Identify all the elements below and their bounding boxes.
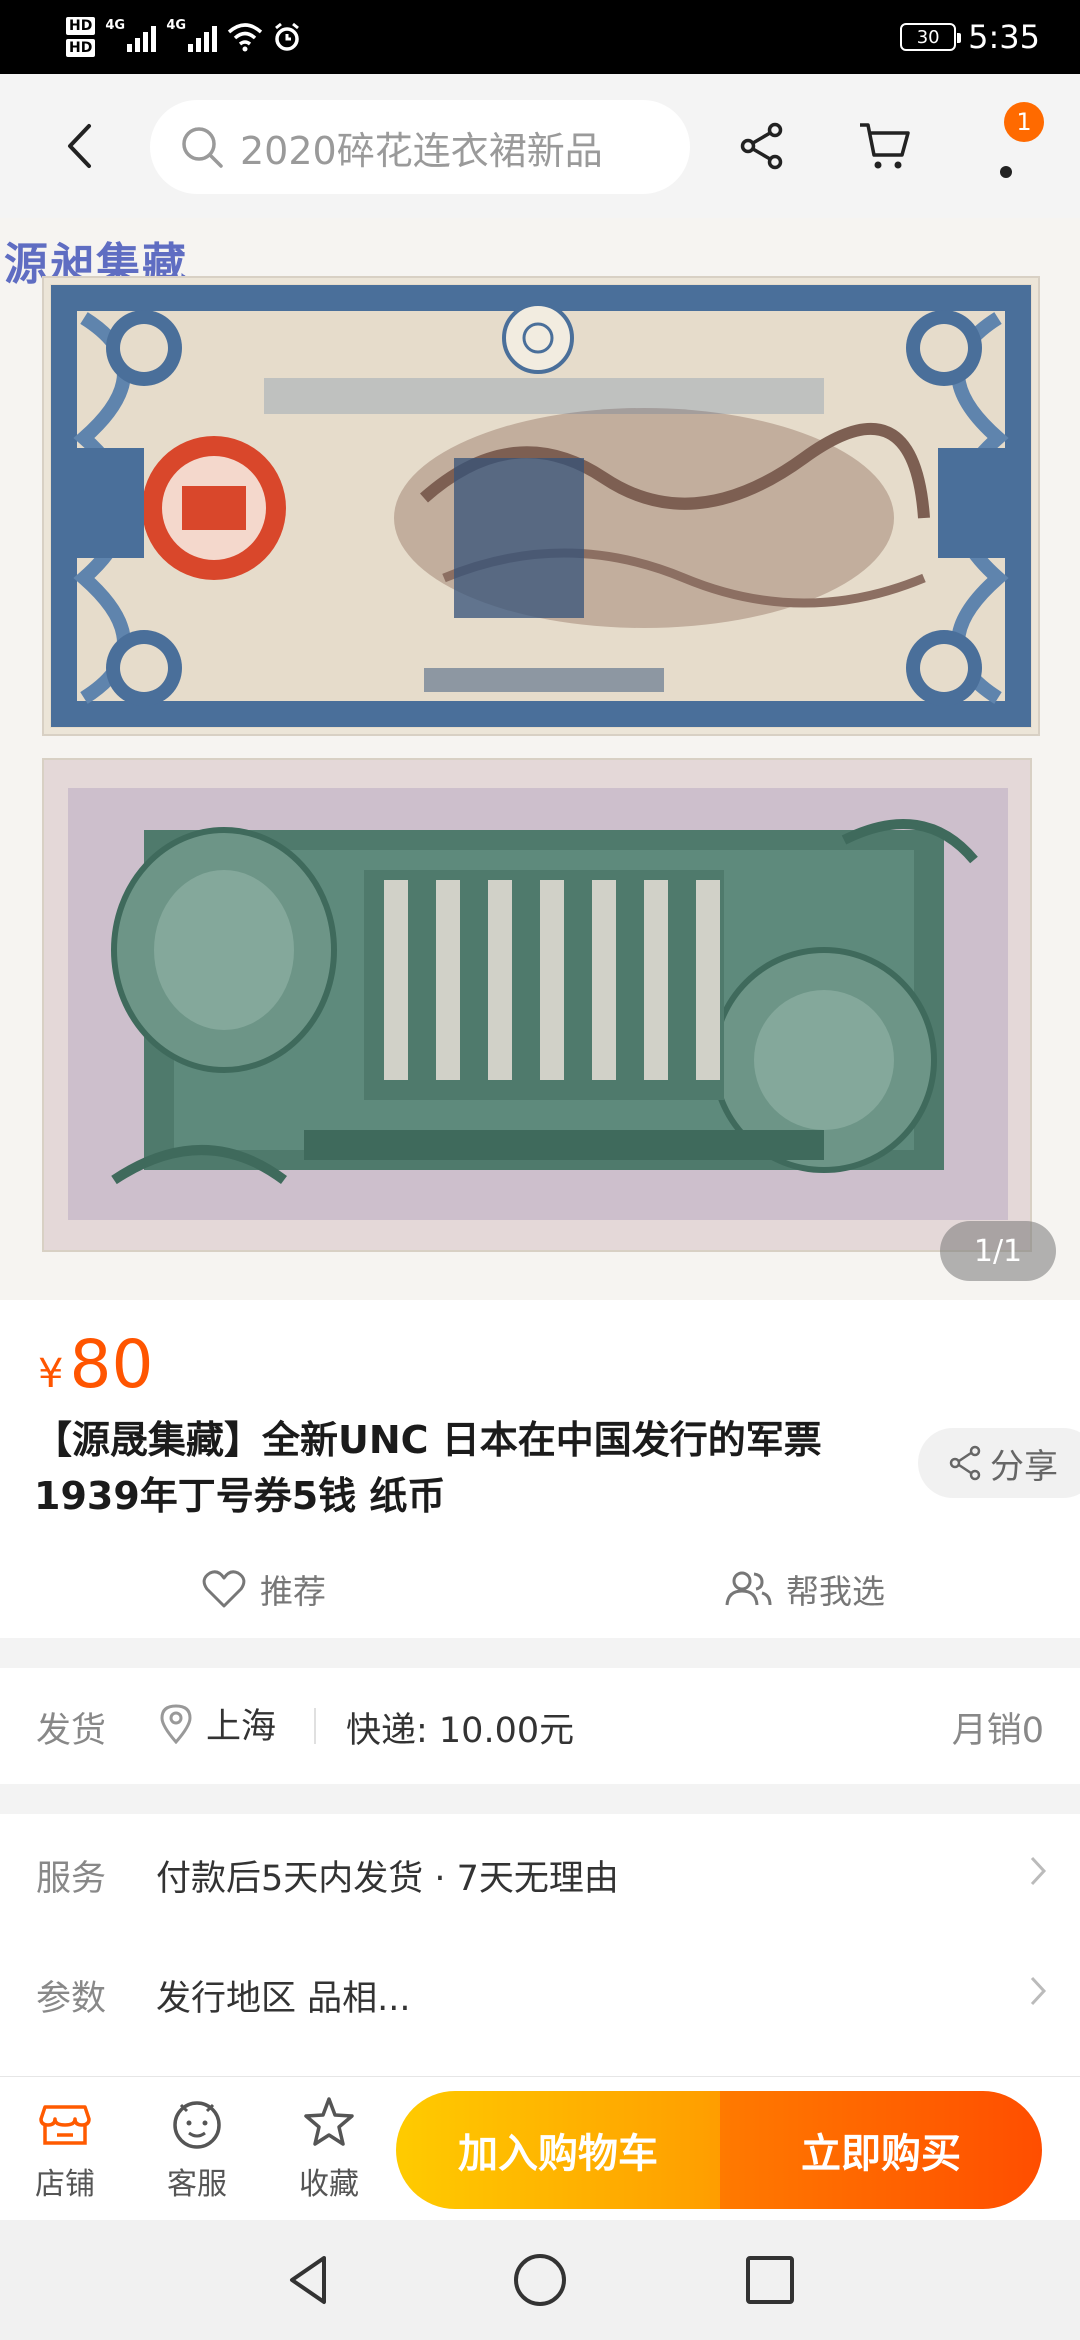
location-pin-icon <box>160 1703 192 1744</box>
add-to-cart-button[interactable]: 加入购物车 <box>396 2091 720 2209</box>
support-label: 客服 <box>167 2167 227 2202</box>
heart-icon <box>202 1570 246 1608</box>
location-value: 上海 <box>206 1707 277 1747</box>
system-navigation-bar <box>0 2220 1080 2340</box>
delivery-row: 发货 上海 快递: 10.00元 月销0 <box>0 1668 1080 1784</box>
more-button[interactable]: 1 <box>976 102 1044 186</box>
product-title: 【源晟集藏】全新UNC 日本在中国发行的军票1939年丁号券5钱 纸币 <box>34 1418 822 1518</box>
search-input[interactable]: 2020碎花连衣裙新品 <box>150 100 690 194</box>
hd2-label: HD <box>66 39 96 57</box>
share-pill-button[interactable]: 分享 <box>918 1428 1080 1498</box>
nav-home-icon[interactable] <box>508 2248 572 2312</box>
help-choose-label: 帮我选 <box>786 1572 885 1611</box>
nav-back-icon[interactable] <box>278 2248 342 2312</box>
banknote-back-image <box>42 758 1032 1252</box>
product-image[interactable]: 源昶集藏 1/1 <box>0 218 1080 1300</box>
recommend-button[interactable]: 推荐 <box>202 1554 326 1624</box>
battery-level: 30 <box>916 26 940 48</box>
status-bar: HD HD 4G 4G 30 5:35 <box>0 0 1080 74</box>
customer-service-icon <box>173 2101 221 2149</box>
network-type-label: 4G <box>105 18 126 33</box>
message-badge: 1 <box>1004 102 1044 142</box>
params-row[interactable]: 参数 发行地区 品相... <box>0 1944 1080 2044</box>
shop-icon <box>39 2105 91 2145</box>
back-button[interactable] <box>50 116 110 176</box>
params-label: 参数 <box>36 1979 107 2019</box>
service-row[interactable]: 服务 付款后5天内发货 · 7天无理由 <box>0 1824 1080 1924</box>
top-navigation: 2020碎花连衣裙新品 1 <box>0 74 1080 218</box>
nav-recents-icon[interactable] <box>738 2248 802 2312</box>
banknote-front-art <box>50 284 1032 728</box>
hd-indicator: HD HD <box>66 17 96 57</box>
alarm-icon <box>275 22 300 51</box>
monthly-sales: 月销0 <box>951 1711 1044 1751</box>
shop-label: 店铺 <box>35 2167 95 2202</box>
chevron-right-icon <box>1030 1976 1047 2006</box>
product-info: ¥ 80 【源晟集藏】全新UNC 日本在中国发行的军票1939年丁号券5钱 纸币… <box>0 1300 1080 1638</box>
signal-icon-2: 4G <box>166 18 218 52</box>
product-actions: 推荐 帮我选 <box>0 1554 1080 1624</box>
favorite-label: 收藏 <box>299 2167 359 2202</box>
chevron-right-icon <box>1030 1856 1047 1886</box>
battery-icon: 30 <box>900 23 962 51</box>
shipping-fee: 快递: 10.00元 <box>346 1711 575 1751</box>
status-indicators: HD HD 4G 4G <box>66 10 301 64</box>
banknote-front-image <box>42 276 1040 736</box>
service-value: 付款后5天内发货 · 7天无理由 <box>156 1859 619 1899</box>
ship-from-location: 上海 <box>160 1698 276 1749</box>
search-icon <box>182 127 223 168</box>
network-type-label-2: 4G <box>166 18 187 33</box>
star-icon <box>304 2097 354 2146</box>
currency-symbol: ¥ <box>38 1351 64 1397</box>
service-section: 服务 付款后5天内发货 · 7天无理由 参数 发行地区 品相... <box>0 1814 1080 2076</box>
more-icon <box>1000 166 1012 178</box>
status-right: 30 5:35 <box>900 12 1040 62</box>
buy-now-button[interactable]: 立即购买 <box>720 2091 1042 2209</box>
share-icon <box>740 122 783 170</box>
users-icon <box>725 1571 772 1606</box>
cart-button[interactable] <box>854 116 914 176</box>
price-value: 80 <box>69 1326 154 1403</box>
recommend-label: 推荐 <box>260 1572 326 1611</box>
wifi-icon <box>228 23 263 52</box>
divider <box>314 1708 316 1744</box>
search-placeholder: 2020碎花连衣裙新品 <box>240 128 603 173</box>
delivery-label: 发货 <box>36 1711 107 1751</box>
share-label: 分享 <box>990 1446 1058 1487</box>
back-icon <box>68 124 91 168</box>
banknote-back-art <box>44 760 1030 1250</box>
clock: 5:35 <box>968 18 1040 56</box>
share-button[interactable] <box>732 116 792 176</box>
price: ¥ 80 <box>38 1326 153 1403</box>
signal-icon: 4G <box>105 18 157 52</box>
bottom-action-bar: 店铺 客服 收藏 加入购物车 立即购买 <box>0 2076 1080 2220</box>
share-icon <box>949 1445 981 1481</box>
params-value: 发行地区 品相... <box>156 1979 411 2019</box>
help-choose-button[interactable]: 帮我选 <box>724 1554 885 1624</box>
image-pager: 1/1 <box>940 1221 1056 1281</box>
shop-button[interactable]: 店铺 <box>20 2093 110 2203</box>
cart-icon <box>860 123 910 169</box>
favorite-button[interactable]: 收藏 <box>284 2093 374 2203</box>
hd1-label: HD <box>66 17 96 35</box>
customer-service-button[interactable]: 客服 <box>152 2093 242 2203</box>
service-label: 服务 <box>36 1859 107 1899</box>
